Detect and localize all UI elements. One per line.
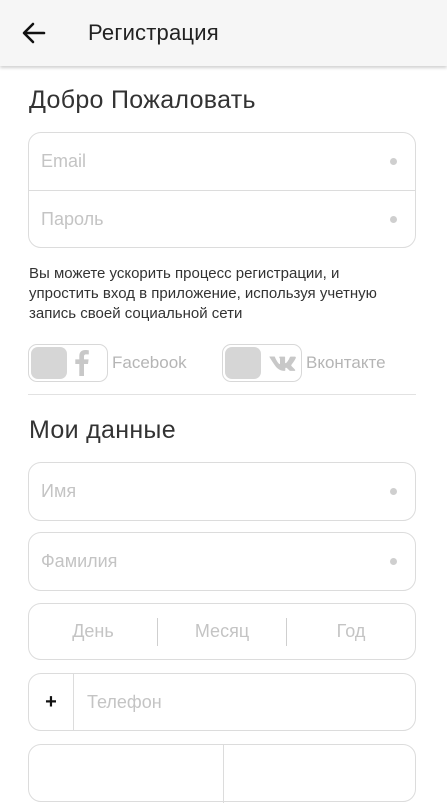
day-select[interactable]: День — [29, 621, 157, 642]
first-name-group: Имя — [28, 462, 416, 521]
social-hint-text: Вы можете ускорить процесс регистрации, … — [29, 265, 377, 322]
section-divider — [28, 394, 416, 395]
required-dot-icon — [390, 488, 397, 495]
month-select[interactable]: Месяц — [158, 621, 286, 642]
birthdate-field: День Месяц Год — [28, 603, 416, 660]
toggle-knob — [31, 347, 67, 379]
phone-country-prefix[interactable]: + — [29, 691, 73, 714]
field-divider — [223, 745, 224, 803]
facebook-icon — [75, 350, 89, 376]
last-name-placeholder: Фамилия — [41, 551, 118, 571]
app-bar: Регистрация — [0, 0, 447, 66]
page-title: Регистрация — [88, 20, 219, 45]
first-name-field[interactable]: Имя — [29, 463, 415, 520]
year-select[interactable]: Год — [287, 621, 415, 642]
first-name-placeholder: Имя — [41, 481, 77, 501]
password-field[interactable]: Пароль — [29, 190, 415, 247]
phone-field[interactable]: + Телефон — [28, 673, 416, 731]
arrow-left-icon — [22, 22, 46, 44]
vk-toggle[interactable] — [222, 344, 302, 382]
required-dot-icon — [390, 158, 397, 165]
my-data-heading: Мои данные — [29, 416, 176, 444]
email-placeholder: Email — [41, 151, 87, 171]
facebook-toggle[interactable] — [28, 344, 108, 382]
welcome-heading: Добро Пожаловать — [29, 86, 256, 114]
last-name-field[interactable]: Фамилия — [29, 533, 415, 590]
required-dot-icon — [390, 558, 397, 565]
phone-placeholder: Телефон — [87, 691, 162, 712]
last-name-group: Фамилия — [28, 532, 416, 591]
email-field[interactable]: Email — [29, 133, 415, 190]
vk-login-button[interactable]: Вконтакте — [222, 344, 386, 382]
required-dot-icon — [390, 215, 397, 223]
phone-divider — [73, 673, 74, 731]
facebook-label: Facebook — [112, 353, 187, 372]
vk-label: Вконтакте — [306, 353, 386, 372]
password-placeholder: Пароль — [41, 208, 104, 229]
back-button[interactable] — [14, 13, 54, 53]
toggle-knob — [225, 347, 261, 379]
facebook-login-button[interactable]: Facebook — [28, 344, 187, 382]
credentials-group: Email Пароль — [28, 132, 416, 248]
vk-icon — [269, 355, 297, 371]
